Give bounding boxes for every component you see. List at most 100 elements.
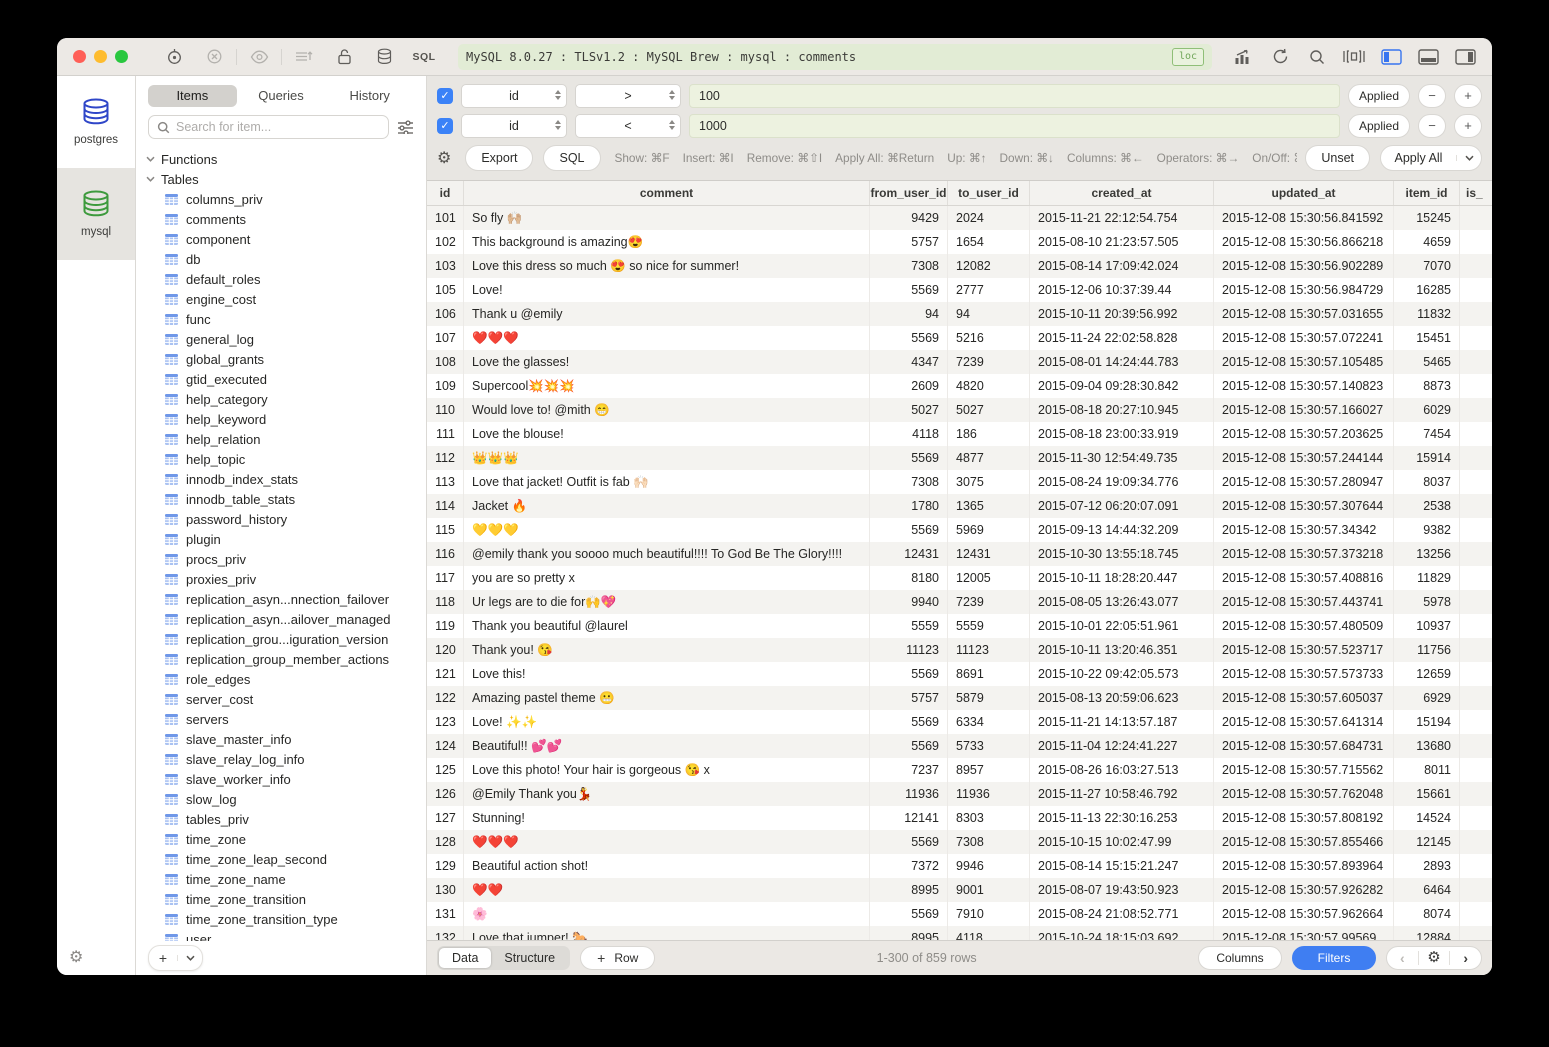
cell-id[interactable]: 114 xyxy=(427,494,464,518)
zoom-window-button[interactable] xyxy=(115,50,128,63)
cell-comment[interactable]: Would love to! @mith 😁 xyxy=(464,398,870,422)
cell-to-user-id[interactable]: 12431 xyxy=(948,542,1030,566)
cell-to-user-id[interactable]: 8957 xyxy=(948,758,1030,782)
cell-to-user-id[interactable]: 12005 xyxy=(948,566,1030,590)
cell-created-at[interactable]: 2015-11-04 12:24:41.227 xyxy=(1030,734,1214,758)
filter-operator-select[interactable]: > xyxy=(575,84,681,108)
cell-updated-at[interactable]: 2015-12-08 15:30:57.523717 xyxy=(1214,638,1394,662)
cell-comment[interactable]: Supercool💥💥💥 xyxy=(464,374,870,398)
cell-created-at[interactable]: 2015-08-26 16:03:27.513 xyxy=(1030,758,1214,782)
sidebar-table-item[interactable]: global_grants xyxy=(136,349,426,369)
cell-created-at[interactable]: 2015-11-27 10:58:46.792 xyxy=(1030,782,1214,806)
table-row[interactable]: 121 Love this! 5569 8691 2015-10-22 09:4… xyxy=(427,662,1492,686)
cell-updated-at[interactable]: 2015-12-08 15:30:57.031655 xyxy=(1214,302,1394,326)
sidebar-table-item[interactable]: user xyxy=(136,929,426,941)
cell-comment[interactable]: ❤️❤️❤️ xyxy=(464,326,870,350)
cell-item-id[interactable]: 14524 xyxy=(1394,806,1460,830)
cell-is[interactable] xyxy=(1460,374,1492,398)
cell-item-id[interactable]: 7454 xyxy=(1394,422,1460,446)
filter-field-select[interactable]: id xyxy=(461,84,567,108)
cell-to-user-id[interactable]: 7308 xyxy=(948,830,1030,854)
cell-item-id[interactable]: 12659 xyxy=(1394,662,1460,686)
cell-comment[interactable]: Ur legs are to die for🙌💖 xyxy=(464,590,870,614)
cell-comment[interactable]: ❤️❤️❤️ xyxy=(464,830,870,854)
filter-value-input[interactable]: 100 xyxy=(689,84,1340,108)
cell-from-user-id[interactable]: 5569 xyxy=(870,662,948,686)
cell-from-user-id[interactable]: 5569 xyxy=(870,446,948,470)
column-header[interactable]: item_id xyxy=(1394,181,1460,205)
cell-comment[interactable]: @Emily Thank you💃 xyxy=(464,782,870,806)
cell-updated-at[interactable]: 2015-12-08 15:30:56.984729 xyxy=(1214,278,1394,302)
cell-updated-at[interactable]: 2015-12-08 15:30:57.641314 xyxy=(1214,710,1394,734)
filter-operator-select[interactable]: < xyxy=(575,114,681,138)
sql-editor-icon[interactable]: SQL xyxy=(404,51,444,63)
tab-items[interactable]: Items xyxy=(148,85,237,107)
cell-comment[interactable]: 💛💛💛 xyxy=(464,518,870,542)
cell-item-id[interactable]: 2538 xyxy=(1394,494,1460,518)
cell-comment[interactable]: Thank u @emily xyxy=(464,302,870,326)
cell-item-id[interactable]: 15914 xyxy=(1394,446,1460,470)
cell-from-user-id[interactable]: 7237 xyxy=(870,758,948,782)
cell-is[interactable] xyxy=(1460,302,1492,326)
cell-is[interactable] xyxy=(1460,566,1492,590)
plus-icon[interactable]: + xyxy=(149,950,177,966)
cell-from-user-id[interactable]: 9940 xyxy=(870,590,948,614)
cell-from-user-id[interactable]: 5569 xyxy=(870,734,948,758)
cell-to-user-id[interactable]: 4118 xyxy=(948,926,1030,940)
filter-settings-gear-icon[interactable]: ⚙ xyxy=(437,148,451,168)
table-row[interactable]: 132 Love that jumper! 🐎 8995 4118 2015-1… xyxy=(427,926,1492,940)
toggle-right-panel-icon[interactable] xyxy=(1450,49,1480,65)
cell-updated-at[interactable]: 2015-12-08 15:30:57.99569 xyxy=(1214,926,1394,940)
cell-is[interactable] xyxy=(1460,422,1492,446)
export-button[interactable]: Export xyxy=(465,145,533,171)
column-header[interactable]: id xyxy=(427,181,464,205)
cell-item-id[interactable]: 13680 xyxy=(1394,734,1460,758)
tab-history[interactable]: History xyxy=(325,85,414,107)
sidebar-table-item[interactable]: help_relation xyxy=(136,429,426,449)
cell-comment[interactable]: Love that jumper! 🐎 xyxy=(464,926,870,940)
cell-created-at[interactable]: 2015-10-11 13:20:46.351 xyxy=(1030,638,1214,662)
cell-updated-at[interactable]: 2015-12-08 15:30:57.105485 xyxy=(1214,350,1394,374)
cell-item-id[interactable]: 11832 xyxy=(1394,302,1460,326)
cell-updated-at[interactable]: 2015-12-08 15:30:57.480509 xyxy=(1214,614,1394,638)
cell-to-user-id[interactable]: 3075 xyxy=(948,470,1030,494)
cell-comment[interactable]: Love the glasses! xyxy=(464,350,870,374)
cell-item-id[interactable]: 11756 xyxy=(1394,638,1460,662)
filter-sliders-icon[interactable] xyxy=(397,120,414,134)
cell-created-at[interactable]: 2015-10-30 13:55:18.745 xyxy=(1030,542,1214,566)
table-row[interactable]: 113 Love that jacket! Outfit is fab 🙌🏻 7… xyxy=(427,470,1492,494)
table-row[interactable]: 131 🌸 5569 7910 2015-08-24 21:08:52.771 … xyxy=(427,902,1492,926)
cell-is[interactable] xyxy=(1460,278,1492,302)
cell-comment[interactable]: Thank you! 😘 xyxy=(464,638,870,662)
cell-id[interactable]: 115 xyxy=(427,518,464,542)
preview-eye-icon[interactable] xyxy=(239,50,279,64)
sidebar-table-item[interactable]: help_keyword xyxy=(136,409,426,429)
cell-item-id[interactable]: 4659 xyxy=(1394,230,1460,254)
cell-item-id[interactable]: 10937 xyxy=(1394,614,1460,638)
cell-comment[interactable]: This background is amazing😍 xyxy=(464,230,870,254)
cell-from-user-id[interactable]: 5757 xyxy=(870,686,948,710)
cell-id[interactable]: 132 xyxy=(427,926,464,940)
tree-section-tables[interactable]: Tables xyxy=(136,169,426,189)
cell-from-user-id[interactable]: 5569 xyxy=(870,902,948,926)
cell-from-user-id[interactable]: 11123 xyxy=(870,638,948,662)
cell-item-id[interactable]: 6464 xyxy=(1394,878,1460,902)
cell-is[interactable] xyxy=(1460,614,1492,638)
cell-item-id[interactable]: 8037 xyxy=(1394,470,1460,494)
cell-to-user-id[interactable]: 1654 xyxy=(948,230,1030,254)
cell-item-id[interactable]: 6029 xyxy=(1394,398,1460,422)
cell-created-at[interactable]: 2015-08-07 19:43:50.923 xyxy=(1030,878,1214,902)
cell-id[interactable]: 109 xyxy=(427,374,464,398)
refresh-icon[interactable] xyxy=(1265,48,1295,65)
cell-created-at[interactable]: 2015-11-21 14:13:57.187 xyxy=(1030,710,1214,734)
cell-id[interactable]: 105 xyxy=(427,278,464,302)
filters-button[interactable]: Filters xyxy=(1292,946,1376,970)
cell-id[interactable]: 101 xyxy=(427,206,464,230)
cell-from-user-id[interactable]: 12141 xyxy=(870,806,948,830)
sidebar-table-item[interactable]: proxies_priv xyxy=(136,569,426,589)
cell-comment[interactable]: Love! xyxy=(464,278,870,302)
sidebar-table-item[interactable]: tables_priv xyxy=(136,809,426,829)
cell-to-user-id[interactable]: 11936 xyxy=(948,782,1030,806)
cell-created-at[interactable]: 2015-10-22 09:42:05.573 xyxy=(1030,662,1214,686)
cell-id[interactable]: 126 xyxy=(427,782,464,806)
